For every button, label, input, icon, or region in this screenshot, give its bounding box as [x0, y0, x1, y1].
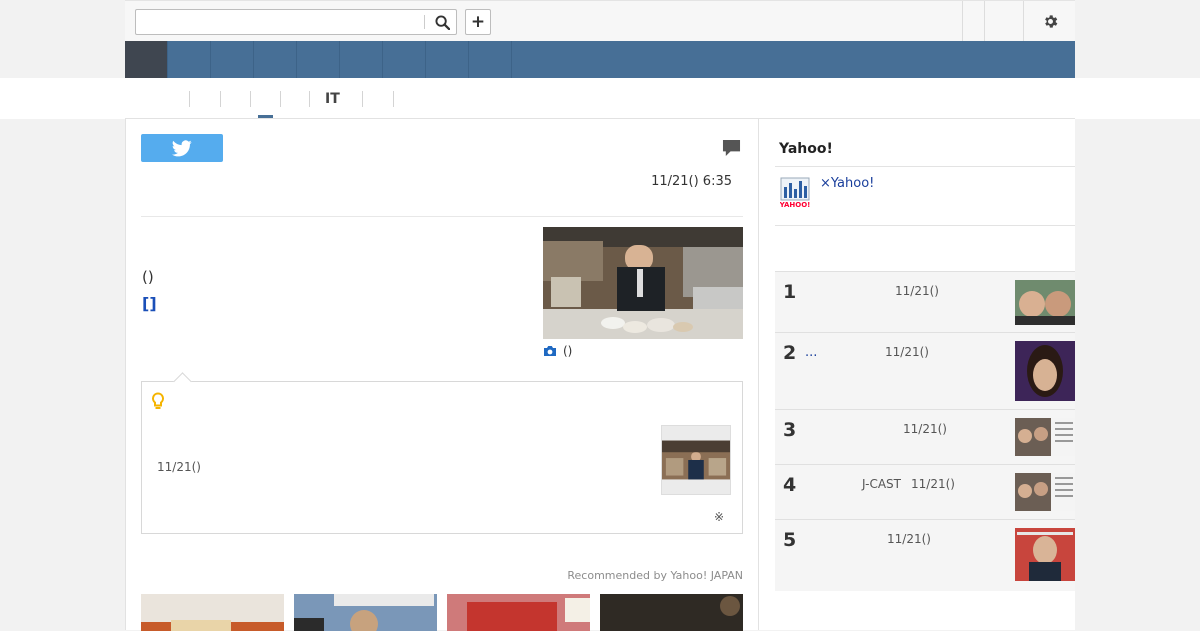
toolbar-divider: [984, 1, 985, 41]
rank-thumbnail: [1015, 341, 1075, 401]
subnav-item[interactable]: [281, 91, 310, 107]
recommend-thumb[interactable]: [600, 594, 743, 631]
search-icon: [434, 14, 450, 30]
subnav-item[interactable]: [190, 91, 221, 107]
nav-item[interactable]: [383, 41, 426, 78]
category-subnav: IT: [0, 78, 1200, 119]
tweet-button[interactable]: [141, 134, 223, 162]
gear-icon: [1044, 14, 1057, 28]
nav-item[interactable]: [469, 41, 512, 78]
rank-date: 11/21(): [911, 477, 955, 491]
rank-date: 11/21(): [887, 532, 931, 546]
svg-text:YAHOO!: YAHOO!: [780, 201, 810, 209]
lightbulb-icon: [151, 392, 165, 415]
twitter-bird-icon: [172, 139, 192, 156]
divider: [775, 225, 1075, 226]
rank-date: 11/21(): [895, 284, 939, 298]
rank-date: 11/21(): [903, 422, 947, 436]
nav-item[interactable]: [254, 41, 297, 78]
rank-number: 3: [783, 419, 797, 441]
rank-thumbnail: [1015, 528, 1075, 581]
rank-number: 2: [783, 342, 797, 364]
ranking-item-4[interactable]: 4 J-CAST 11/21(): [775, 465, 1075, 520]
subnav-item[interactable]: [363, 91, 394, 107]
rank-number: 5: [783, 529, 797, 551]
search-box: [135, 9, 457, 35]
recommend-thumb[interactable]: [447, 594, 590, 631]
recommend-thumb[interactable]: [294, 594, 437, 631]
rank-source: J-CAST: [862, 477, 901, 491]
ranking-item-1[interactable]: 1 11/21(): [775, 271, 1075, 333]
rank-thumbnail: [1015, 280, 1075, 325]
subnav-item-it[interactable]: IT: [310, 91, 363, 107]
nav-item[interactable]: [426, 41, 469, 78]
ranking-list: 1 11/21() 2 ... 11/21() 3 11/21() 4 J-CA…: [775, 271, 1075, 591]
camera-icon: [544, 346, 556, 356]
subnav-item-active[interactable]: [251, 91, 281, 107]
article-panel: 11/21() 6:35 () [] () 11/21() ※ Recommen…: [125, 118, 759, 631]
rank-number: 1: [783, 281, 797, 303]
divider: [141, 216, 743, 217]
article-text: (): [142, 268, 154, 286]
tip-date: 11/21(): [157, 460, 201, 474]
toolbar-divider: [962, 1, 963, 41]
yahoo-link[interactable]: ×Yahoo!: [820, 176, 874, 191]
nav-item-home[interactable]: [125, 41, 168, 78]
main-nav: [125, 41, 1075, 78]
nav-item[interactable]: [211, 41, 254, 78]
rank-thumbnail: [1015, 418, 1075, 456]
settings-button[interactable]: [1035, 10, 1065, 32]
tip-note: ※: [714, 510, 725, 524]
search-divider: [424, 15, 425, 29]
rank-thumbnail: [1015, 473, 1075, 511]
rank-number: 4: [783, 474, 797, 496]
divider: [775, 166, 1075, 167]
rank-ellipsis: ...: [805, 345, 818, 360]
search-button[interactable]: [428, 10, 456, 34]
recommend-thumb[interactable]: [141, 594, 284, 631]
nav-item[interactable]: [168, 41, 211, 78]
photo-man-eating-at-restaurant: [543, 227, 743, 339]
article-photo[interactable]: [543, 227, 743, 339]
ranking-item-3[interactable]: 3 11/21(): [775, 410, 1075, 465]
nav-item[interactable]: [297, 41, 340, 78]
sidebar-title: Yahoo!: [779, 141, 833, 157]
article-link[interactable]: []: [142, 294, 157, 313]
subnav-item[interactable]: [221, 91, 251, 107]
sidebar: Yahoo! YAHOO! ×Yahoo! 1 11/21() 2 ... 11…: [759, 118, 1075, 630]
toolbar-divider: [1023, 1, 1024, 41]
top-toolbar: +: [125, 0, 1075, 42]
comment-icon[interactable]: [722, 139, 741, 161]
related-info-box: 11/21() ※: [141, 372, 743, 534]
photo-caption: (): [543, 344, 572, 358]
ranking-item-5[interactable]: 5 11/21(): [775, 520, 1075, 588]
yahoo-logo: YAHOO!: [779, 177, 810, 209]
thumbnail-image: [662, 440, 730, 480]
add-button[interactable]: +: [465, 9, 491, 35]
tip-thumbnail[interactable]: [661, 425, 731, 495]
rank-date: 11/21(): [885, 345, 929, 359]
recommend-label: Recommended by Yahoo! JAPAN: [567, 569, 743, 582]
subnav-item[interactable]: [156, 91, 190, 107]
tip-arrow: [173, 372, 192, 391]
article-date: 11/21() 6:35: [651, 174, 732, 189]
search-input[interactable]: [136, 10, 422, 34]
ranking-item-2[interactable]: 2 ... 11/21(): [775, 333, 1075, 410]
nav-item[interactable]: [340, 41, 383, 78]
photo-caption-text: (): [563, 344, 573, 358]
